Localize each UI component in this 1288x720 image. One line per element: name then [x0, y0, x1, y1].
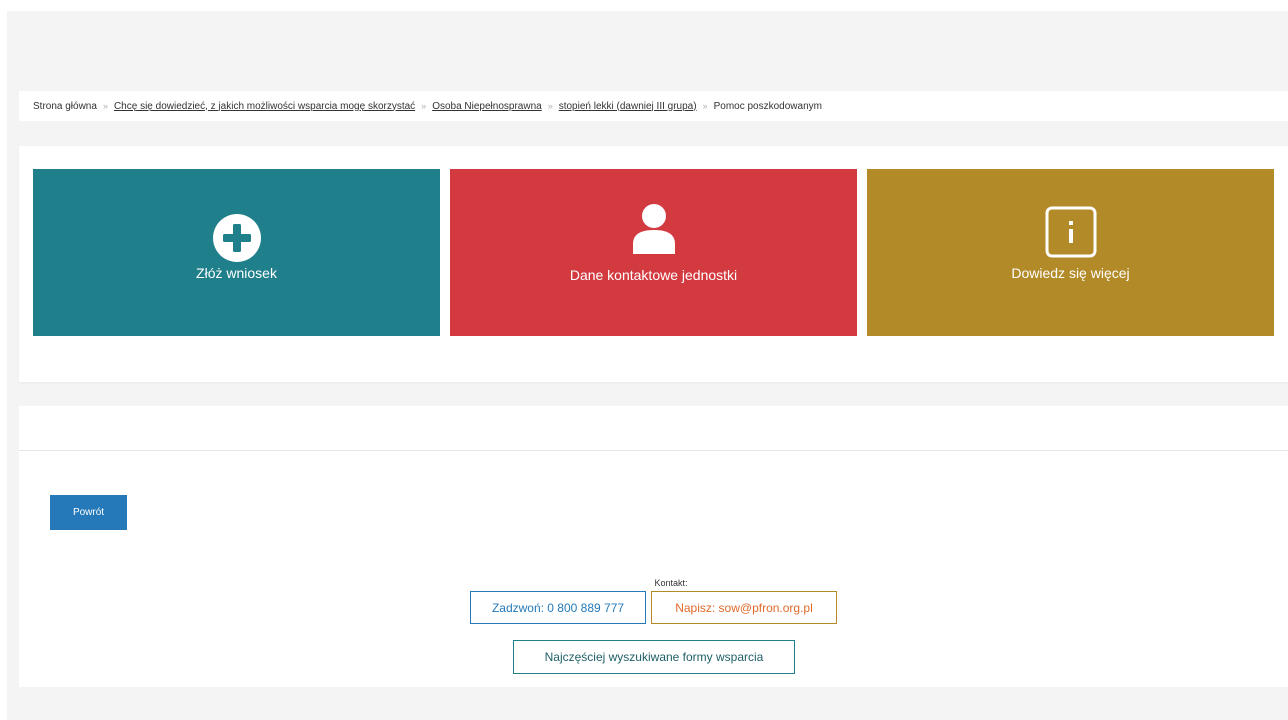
email-button[interactable]: Napisz: sow@pfron.org.pl	[651, 591, 837, 624]
breadcrumb-separator: »	[102, 101, 108, 111]
tile-label: Dowiedz się więcej	[1011, 265, 1130, 281]
contact-details-tile[interactable]: Dane kontaktowe jednostki	[450, 169, 857, 336]
content-panel: Powrót Kontakt: Zadzwoń: 0 800 889 777 N…	[19, 406, 1288, 687]
breadcrumb-separator: »	[547, 101, 553, 111]
user-icon	[631, 204, 677, 259]
submit-application-tile[interactable]: Złóż wniosek	[33, 169, 440, 336]
learn-more-tile[interactable]: Dowiedz się więcej	[867, 169, 1274, 336]
divider	[19, 450, 1288, 451]
breadcrumb-separator: »	[421, 101, 427, 111]
back-button[interactable]: Powrót	[50, 495, 127, 530]
breadcrumb-mild-degree[interactable]: stopień lekki (dawniej III grupa)	[559, 101, 697, 112]
breadcrumb-support-options[interactable]: Chcę się dowiedzieć, z jakich możliwości…	[114, 101, 415, 112]
popular-support-forms-button[interactable]: Najczęściej wyszukiwane formy wsparcia	[513, 640, 795, 674]
plus-circle-icon	[212, 213, 262, 268]
info-icon	[1045, 206, 1097, 263]
breadcrumb: Strona główna » Chcę się dowiedzieć, z j…	[19, 91, 1288, 121]
page-background: Strona główna » Chcę się dowiedzieć, z j…	[7, 11, 1288, 720]
breadcrumb-current: Pomoc poszkodowanym	[713, 100, 822, 112]
breadcrumb-disabled-person[interactable]: Osoba Niepełnosprawna	[432, 101, 542, 112]
tile-label: Dane kontaktowe jednostki	[569, 267, 738, 283]
breadcrumb-separator: »	[702, 101, 708, 111]
contact-label: Kontakt:	[654, 578, 688, 588]
call-button[interactable]: Zadzwoń: 0 800 889 777	[470, 591, 646, 624]
action-tiles-panel: Złóż wniosek Dane kontaktowe jednostki D…	[19, 146, 1288, 382]
breadcrumb-home[interactable]: Strona główna	[33, 101, 97, 112]
tile-label: Złóż wniosek	[196, 265, 277, 281]
